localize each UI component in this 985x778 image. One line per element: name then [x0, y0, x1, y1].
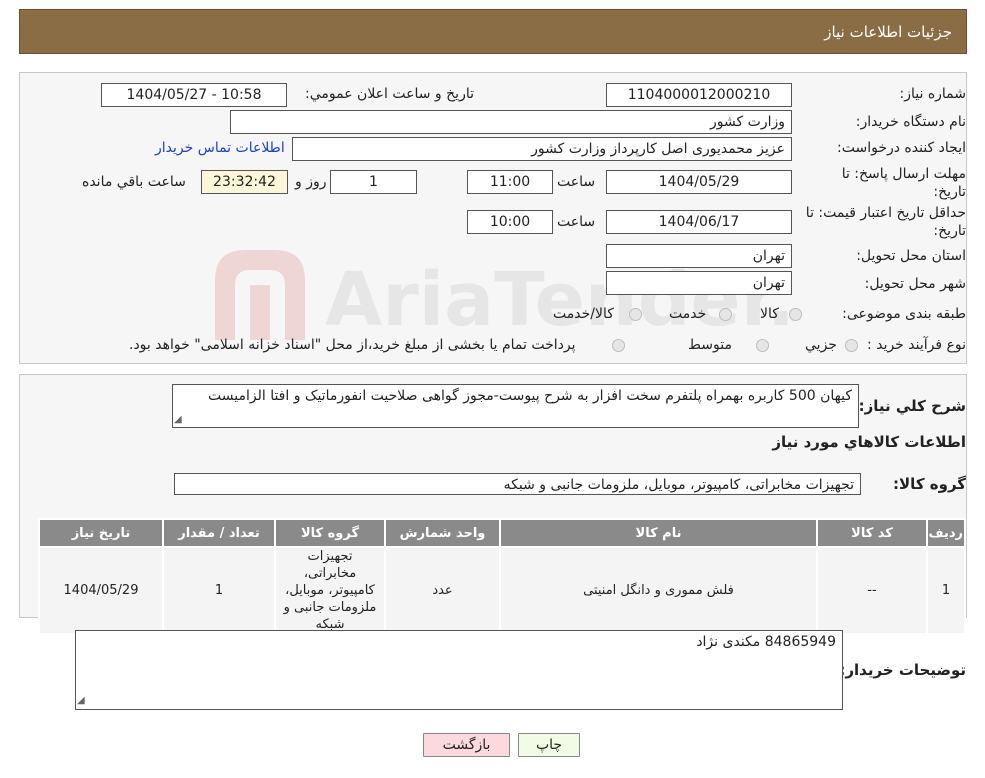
announce-date-label: تاريخ و ساعت اعلان عمومي:	[305, 86, 474, 102]
process-option-minor: جزيي	[805, 337, 837, 353]
creator-field: عزيز محمديوری اصل کارپرداز وزارت کشور	[292, 137, 792, 161]
table-header-row: رديف کد کالا نام کالا واحد شمارش گروه کا…	[38, 518, 966, 548]
col-row-header: رديف	[926, 518, 966, 548]
creator-label: ايجاد کننده درخواست:	[837, 140, 966, 156]
category-radio-service[interactable]	[719, 308, 732, 321]
page-header-bar: جزئيات اطلاعات نیاز	[19, 9, 967, 54]
city-field: تهران	[606, 271, 792, 295]
process-radio-medium[interactable]	[756, 339, 769, 352]
cell-unit: عدد	[384, 546, 501, 635]
buyer-notes-label: توضيحات خريدار:	[839, 661, 966, 679]
cell-qty: 1	[162, 546, 276, 635]
col-group-header: گروه کالا	[274, 518, 386, 548]
col-unit-header: واحد شمارش	[384, 518, 501, 548]
process-treasury-note: پرداخت تمام يا بخشی از مبلغ خريد،از محل …	[129, 337, 576, 353]
deadline-time-label: ساعت	[557, 174, 596, 190]
buyer-notes-text: 84865949 مکندی نژاد	[696, 634, 836, 650]
validity-date-field: 1404/06/17	[606, 210, 792, 234]
cell-name: فلش مموری و دانگل امنيتی	[499, 546, 818, 635]
col-code-header: کد کالا	[816, 518, 928, 548]
validity-time-field: 10:00	[467, 210, 553, 234]
deadline-date-field: 1404/05/29	[606, 170, 792, 194]
process-type-label: نوع فرآيند خريد :	[867, 337, 966, 353]
col-qty-header: تعداد / مقدار	[162, 518, 276, 548]
table-row: 1 -- فلش مموری و دانگل امنيتی عدد تجهيزا…	[38, 546, 966, 635]
description-text: کیهان 500 کاربره بهمراه پلتفرم سخت افزار…	[208, 388, 852, 404]
cell-group: تجهيزات مخابراتی، کامپيوتر، موبايل، ملزو…	[274, 546, 386, 635]
category-option-goods: کالا	[760, 306, 779, 322]
province-field: تهران	[606, 244, 792, 268]
remaining-time-field: 23:32:42	[201, 170, 288, 194]
resize-grip-icon[interactable]: ◢	[174, 414, 182, 425]
col-date-header: تاريخ نياز	[38, 518, 164, 548]
days-label: روز و	[295, 174, 327, 190]
province-label: استان محل تحويل:	[856, 248, 966, 264]
deadline-label: مهلت ارسال پاسخ: تا	[841, 166, 966, 182]
price-validity-label-line2: تاريخ:	[933, 223, 966, 239]
announce-date-field: 1404/05/27 - 10:58	[101, 83, 287, 107]
validity-time-label: ساعت	[557, 214, 596, 230]
goods-group-label: گروه کالا:	[893, 475, 966, 493]
cell-code: --	[816, 546, 928, 635]
deadline-label-line2: تاريخ:	[933, 184, 966, 200]
description-label: شرح کلي نياز:	[858, 397, 966, 415]
page-title: جزئيات اطلاعات نیاز	[824, 23, 952, 41]
days-field: 1	[330, 170, 417, 194]
description-textarea[interactable]: کیهان 500 کاربره بهمراه پلتفرم سخت افزار…	[172, 384, 859, 428]
price-validity-label: حداقل تاريخ اعتبار قيمت: تا	[805, 205, 966, 221]
process-option-medium: متوسط	[688, 337, 732, 353]
cell-row: 1	[926, 546, 966, 635]
need-number-label: شماره نياز:	[899, 86, 967, 102]
category-label: طبقه بندی موضوعی:	[842, 306, 966, 322]
buyer-notes-textarea[interactable]: 84865949 مکندی نژاد	[75, 630, 843, 710]
process-radio-minor[interactable]	[845, 339, 858, 352]
remaining-time-label: ساعت باقي مانده	[82, 174, 186, 190]
category-radio-goods-service[interactable]	[629, 308, 642, 321]
print-button[interactable]: چاپ	[518, 733, 580, 757]
back-button[interactable]: بازگشت	[423, 733, 510, 757]
category-option-goods-service: کالا/خدمت	[553, 306, 614, 322]
city-label: شهر محل تحويل:	[864, 276, 966, 292]
process-radio-treasury[interactable]	[612, 339, 625, 352]
cell-date: 1404/05/29	[38, 546, 164, 635]
need-number-field: 1104000012000210	[606, 83, 792, 107]
buyer-org-field: وزارت کشور	[230, 110, 792, 134]
category-option-service: خدمت	[669, 306, 707, 322]
deadline-time-field: 11:00	[467, 170, 553, 194]
goods-table: رديف کد کالا نام کالا واحد شمارش گروه کا…	[38, 518, 966, 635]
goods-info-title: اطلاعات کالاهاي مورد نياز	[772, 433, 966, 451]
resize-grip-icon[interactable]: ◢	[77, 695, 85, 706]
goods-group-field: تجهيزات مخابراتی، کامپيوتر، موبايل، ملزو…	[174, 473, 861, 495]
goods-table-wrapper: رديف کد کالا نام کالا واحد شمارش گروه کا…	[38, 518, 966, 635]
category-radio-goods[interactable]	[789, 308, 802, 321]
buyer-org-label: نام دستگاه خريدار:	[855, 114, 966, 130]
buyer-contact-link[interactable]: اطلاعات تماس خريدار	[155, 140, 285, 156]
col-name-header: نام کالا	[499, 518, 818, 548]
